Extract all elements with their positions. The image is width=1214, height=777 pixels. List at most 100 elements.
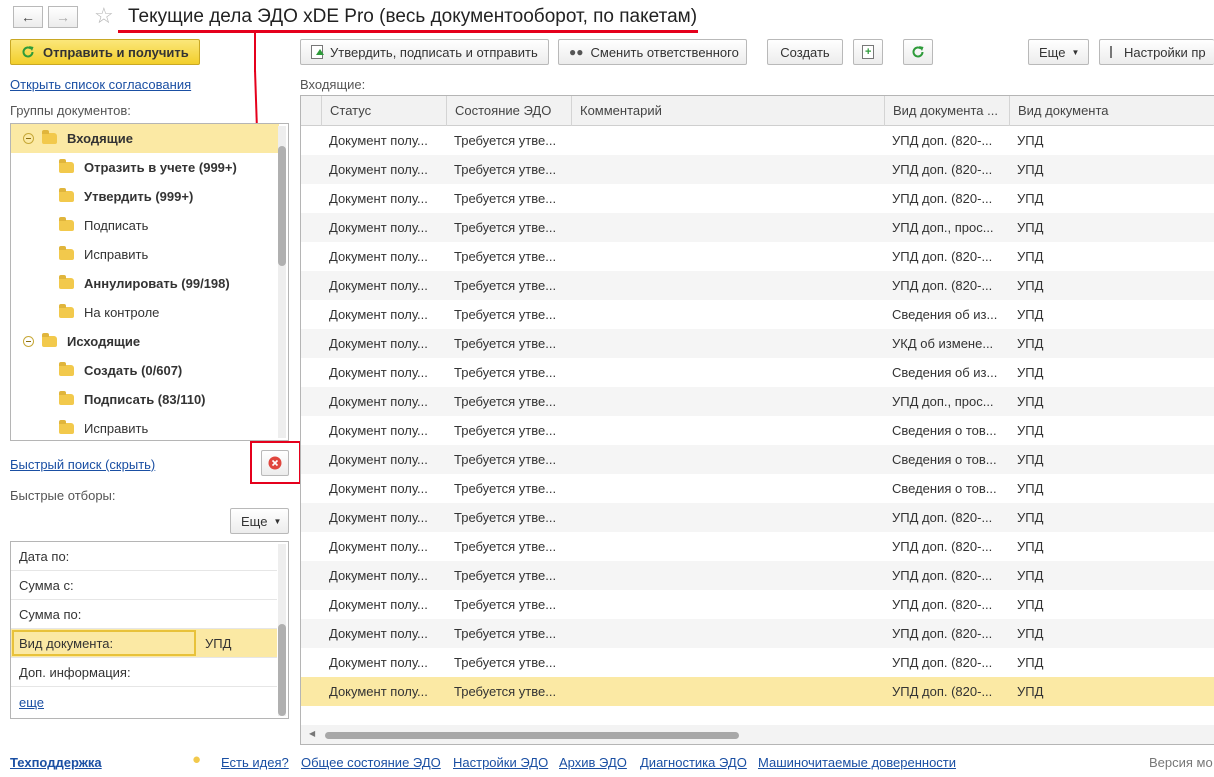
tree-scroll-thumb[interactable] [278, 146, 286, 266]
table-scroll-thumb[interactable] [325, 732, 739, 739]
cell-doc-type: УПД [1017, 684, 1044, 699]
folder-icon [59, 159, 74, 173]
documents-table[interactable]: Статус Состояние ЭДО Комментарий Вид док… [300, 95, 1214, 745]
document-arrow-icon [311, 45, 324, 59]
cell-comment [571, 329, 885, 358]
cell-doc-type: УПД [1017, 510, 1044, 525]
cell-comment [571, 677, 885, 706]
table-row[interactable]: Документ полу... Требуется утве... УПД доп… [301, 532, 1214, 561]
refresh-button[interactable] [903, 39, 933, 65]
refresh-icon [22, 46, 34, 58]
column-header-doc-type[interactable]: Вид документа [1009, 96, 1214, 126]
tree-item-create[interactable]: Создать (0/607) [11, 356, 279, 385]
table-row[interactable]: Документ полу... Требуется утве... УКД об … [301, 329, 1214, 358]
filter-row-extra-info[interactable]: Доп. информация: [11, 658, 277, 687]
table-row[interactable]: Документ полу... Требуется утве... УПД доп… [301, 271, 1214, 300]
column-header-edo-state[interactable]: Состояние ЭДО [446, 96, 572, 126]
idea-link[interactable]: Есть идея? [221, 755, 289, 770]
general-state-link[interactable]: Общее состояние ЭДО [301, 755, 441, 770]
table-row[interactable]: Документ полу... Требуется утве... УПД доп… [301, 648, 1214, 677]
add-document-button[interactable]: + [853, 39, 883, 65]
tree-item-approve[interactable]: Утвердить (999+) [11, 182, 279, 211]
send-receive-button[interactable]: Отправить и получить [10, 39, 200, 65]
table-row[interactable]: Документ полу... Требуется утве... УПД доп… [301, 242, 1214, 271]
tree-item-outgoing[interactable]: Исходящие [11, 327, 279, 356]
collapse-icon[interactable] [23, 133, 34, 144]
table-row[interactable]: Документ полу... Требуется утве... УПД доп… [301, 590, 1214, 619]
table-row[interactable]: Документ полу... Требуется утве... Сведени… [301, 474, 1214, 503]
approve-sign-send-button[interactable]: Утвердить, подписать и отправить [300, 39, 549, 65]
cell-doc-type: УПД [1017, 655, 1044, 670]
table-row[interactable]: Документ полу... Требуется утве... Сведени… [301, 445, 1214, 474]
favorite-star-icon[interactable]: ☆ [94, 3, 114, 29]
tree-scrollbar[interactable] [278, 126, 286, 438]
column-header-comment[interactable]: Комментарий [571, 96, 885, 126]
scroll-left-icon[interactable]: ◀ [309, 729, 315, 738]
tree-item-fix[interactable]: Исправить [11, 240, 279, 269]
settings-button[interactable]: Настройки пр [1099, 39, 1214, 65]
cell-edo-state: Требуется утве... [454, 539, 557, 554]
support-link[interactable]: Техподдержка [10, 755, 102, 770]
cell-edo-state: Требуется утве... [454, 278, 557, 293]
collapse-icon[interactable] [23, 336, 34, 347]
tree-item-label: Аннулировать (99/198) [84, 276, 230, 291]
tree-item-label: Подписать [84, 218, 149, 233]
filters-scrollbar[interactable] [278, 544, 286, 716]
cell-doc-kind: УПД доп. (820-... [892, 626, 993, 641]
cell-status: Документ полу... [329, 307, 428, 322]
lightbulb-icon: ● [192, 751, 202, 768]
toolbar-more-button[interactable]: Еще ▼ [1028, 39, 1089, 65]
edo-settings-link[interactable]: Настройки ЭДО [453, 755, 548, 770]
filter-row-date-to[interactable]: Дата по: [11, 542, 277, 571]
cell-doc-type: УПД [1017, 162, 1044, 177]
tree-item-sign-out[interactable]: Подписать (83/110) [11, 385, 279, 414]
tree-item-incoming[interactable]: Входящие [11, 124, 279, 153]
table-row[interactable]: Документ полу... Требуется утве... УПД доп… [301, 184, 1214, 213]
table-row[interactable]: Документ полу... Требуется утве... Сведени… [301, 358, 1214, 387]
table-row[interactable]: Документ полу... Требуется утве... УПД доп… [301, 213, 1214, 242]
filter-row-sum-to[interactable]: Сумма по: [11, 600, 277, 629]
tree-item-control[interactable]: На контроле [11, 298, 279, 327]
clear-search-button[interactable] [261, 450, 289, 476]
cell-comment [571, 271, 885, 300]
table-horizontal-scrollbar[interactable]: ◀ [301, 725, 1214, 744]
document-groups-tree[interactable]: Входящие Отразить в учете (999+) Утверди… [10, 123, 289, 441]
filter-row-sum-from[interactable]: Сумма с: [11, 571, 277, 600]
table-header: Статус Состояние ЭДО Комментарий Вид док… [301, 96, 1214, 126]
machine-poa-link[interactable]: Машиночитаемые доверенности [758, 755, 956, 770]
filters-more-button[interactable]: Еще ▼ [230, 508, 289, 534]
quick-filters-panel[interactable]: Дата по: Сумма с: Сумма по: Вид документ… [10, 541, 289, 719]
table-row[interactable]: Документ полу... Требуется утве... Сведени… [301, 416, 1214, 445]
filters-scroll-thumb[interactable] [278, 624, 286, 716]
table-row[interactable]: Документ полу... Требуется утве... УПД доп… [301, 155, 1214, 184]
edo-diagnostics-link[interactable]: Диагностика ЭДО [640, 755, 747, 770]
column-header-doc-kind[interactable]: Вид документа ... [884, 96, 1010, 126]
back-button[interactable]: ← [13, 6, 43, 28]
table-row[interactable]: Документ полу... Требуется утве... УПД доп… [301, 387, 1214, 416]
filter-label: Сумма с: [19, 577, 74, 593]
approval-list-link[interactable]: Открыть список согласования [10, 77, 191, 92]
cell-status: Документ полу... [329, 162, 428, 177]
filter-row-doc-type[interactable]: Вид документа: УПД [11, 629, 277, 658]
tree-item-fix-out[interactable]: Исправить [11, 414, 279, 440]
tree-item-reflect[interactable]: Отразить в учете (999+) [11, 153, 279, 182]
tree-item-label: Исправить [84, 247, 149, 262]
quick-search-link[interactable]: Быстрый поиск (скрыть) [10, 457, 155, 472]
change-responsible-button[interactable]: ●● Сменить ответственного [558, 39, 747, 65]
filters-more-link[interactable]: еще [19, 695, 44, 710]
column-header-status[interactable]: Статус [321, 96, 447, 126]
table-row[interactable]: Документ полу... Требуется утве... Сведени… [301, 300, 1214, 329]
cell-doc-type: УПД [1017, 481, 1044, 496]
edo-archive-link[interactable]: Архив ЭДО [559, 755, 627, 770]
table-row[interactable]: Документ полу... Требуется утве... УПД доп… [301, 677, 1214, 706]
table-row[interactable]: Документ полу... Требуется утве... УПД доп… [301, 619, 1214, 648]
forward-button[interactable]: → [48, 6, 78, 28]
table-row[interactable]: Документ полу... Требуется утве... УПД доп… [301, 126, 1214, 155]
filter-label: Сумма по: [19, 606, 82, 622]
table-row[interactable]: Документ полу... Требуется утве... УПД доп… [301, 503, 1214, 532]
table-row[interactable]: Документ полу... Требуется утве... УПД доп… [301, 561, 1214, 590]
tree-item-sign[interactable]: Подписать [11, 211, 279, 240]
create-button[interactable]: Создать [767, 39, 843, 65]
cell-comment [571, 561, 885, 590]
tree-item-annul[interactable]: Аннулировать (99/198) [11, 269, 279, 298]
